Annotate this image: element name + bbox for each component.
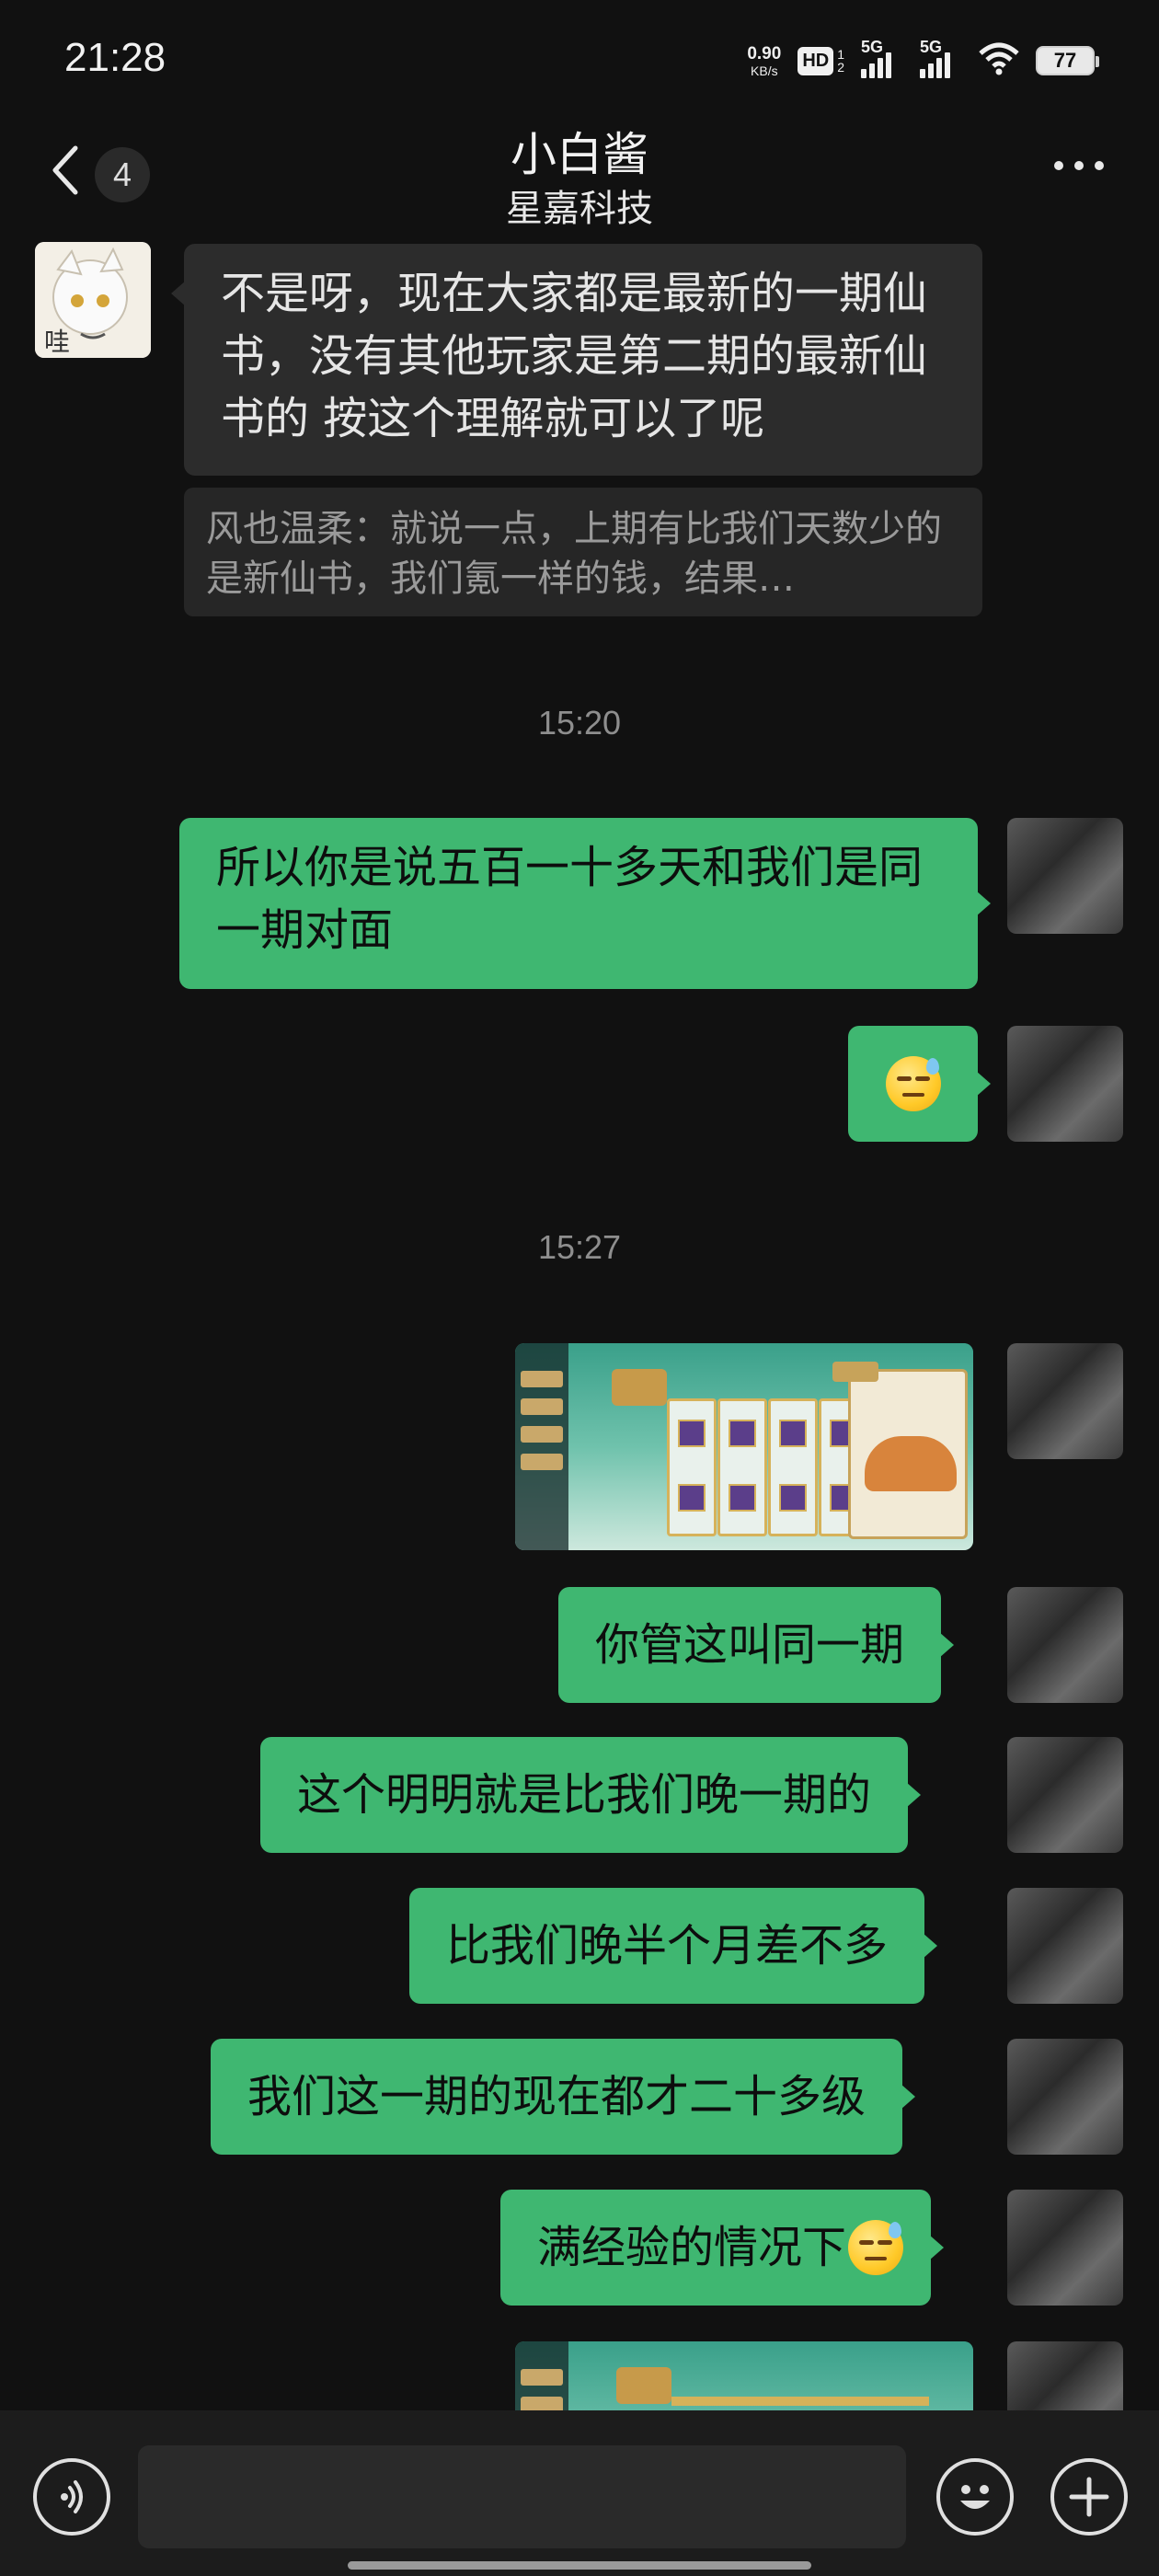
signal-icon-sim2: 5G — [920, 38, 962, 78]
more-dots-icon[interactable] — [1054, 161, 1104, 170]
message-text: 这个明明就是比我们晚一期的 — [297, 1769, 872, 1821]
svg-text:哇: 哇 — [44, 327, 70, 357]
network-speed: 0.90 KB/s — [747, 45, 781, 77]
voice-icon — [61, 2480, 83, 2513]
game-screenshot-image — [515, 1343, 973, 1550]
emoji-button[interactable] — [936, 2458, 1014, 2536]
input-bar — [0, 2410, 1159, 2576]
home-indicator[interactable] — [348, 2561, 811, 2570]
smile-icon — [960, 2485, 990, 2509]
avatar-self[interactable] — [1007, 1737, 1123, 1853]
hd-voice-icon: HD — [798, 46, 834, 75]
image-message[interactable] — [515, 1343, 973, 1550]
quoted-message[interactable]: 风也温柔：就说一点，上期有比我们天数少的是新仙书，我们氪一样的钱，结果… — [184, 488, 982, 616]
message-bubble-self[interactable]: 我们这一期的现在都才二十多级 — [211, 2039, 916, 2155]
message-bubble-contact[interactable]: 不是呀，现在大家都是最新的一期仙书，没有其他玩家是第二期的最新仙书的 按这个理解… — [171, 244, 982, 476]
message-text: 你管这叫同一期 — [595, 1619, 905, 1671]
timestamp: 15:27 — [537, 1228, 622, 1266]
battery-level: 77 — [1053, 49, 1077, 72]
image-message[interactable] — [515, 2341, 973, 2410]
message-bubble-self[interactable]: 所以你是说五百一十多天和我们是同一期对面 — [179, 818, 991, 989]
status-time: 21:28 — [64, 35, 166, 80]
avatar-self[interactable] — [1007, 2341, 1123, 2410]
avatar-self[interactable] — [1007, 2039, 1123, 2155]
battery-icon: 77 — [1036, 46, 1099, 75]
status-indicators: 0.90 KB/s HD 12 5G 5G 77 — [747, 38, 1099, 81]
signal-label-sim1: 5G — [861, 38, 884, 56]
avatar-self[interactable] — [1007, 1343, 1123, 1459]
chat-subtitle: 星嘉科技 — [506, 188, 653, 230]
game-screenshot-image — [515, 2341, 973, 2410]
avatar-contact[interactable]: 哇 — [35, 242, 151, 358]
message-input[interactable] — [138, 2445, 906, 2548]
timestamp: 15:20 — [537, 704, 622, 742]
voice-button[interactable] — [33, 2458, 110, 2536]
quoted-message-text: 风也温柔：就说一点，上期有比我们天数少的是新仙书，我们氪一样的钱，结果… — [206, 508, 942, 600]
message-text: 所以你是说五百一十多天和我们是同一期对面 — [216, 842, 924, 956]
message-text: 我们这一期的现在都才二十多级 — [247, 2071, 866, 2122]
sweat-smile-emoji — [885, 1056, 941, 1111]
chat-title[interactable]: 小白酱 — [0, 118, 1159, 184]
message-text: 比我们晚半个月差不多 — [446, 1920, 889, 1972]
plus-icon — [1069, 2477, 1109, 2517]
avatar-self[interactable] — [1007, 1888, 1123, 2004]
message-bubble-self[interactable] — [848, 1026, 991, 1142]
chat-header: 4 小白酱 星嘉科技 — [0, 110, 1159, 235]
message-text: 满经验的情况下 — [537, 2222, 847, 2273]
message-bubble-self[interactable]: 满经验的情况下 — [500, 2190, 945, 2306]
avatar-self[interactable] — [1007, 1026, 1123, 1142]
avatar-self[interactable] — [1007, 818, 1123, 934]
message-bubble-self[interactable]: 比我们晚半个月差不多 — [409, 1888, 938, 2004]
hd-sim-index: 12 — [837, 47, 844, 75]
signal-icon-sim1: 5G — [861, 38, 903, 78]
plus-button[interactable] — [1050, 2458, 1128, 2536]
message-text: 不是呀，现在大家都是最新的一期仙书，没有其他玩家是第二期的最新仙书的 按这个理解… — [221, 268, 928, 444]
network-speed-value: 0.90 — [747, 43, 782, 63]
avatar-self[interactable] — [1007, 2190, 1123, 2306]
status-bar: 21:28 0.90 KB/s HD 12 5G 5G 77 — [0, 0, 1159, 120]
avatar-self[interactable] — [1007, 1587, 1123, 1703]
sweat-smile-emoji — [848, 2220, 904, 2275]
network-speed-unit: KB/s — [751, 63, 778, 78]
message-bubble-self[interactable]: 这个明明就是比我们晚一期的 — [260, 1737, 922, 1853]
wifi-icon — [979, 42, 1019, 79]
message-bubble-self[interactable]: 你管这叫同一期 — [558, 1587, 955, 1703]
message-list[interactable]: 哇 不是呀，现在大家都是最新的一期仙书，没有其他玩家是第二期的最新仙书的 按这个… — [0, 235, 1159, 2410]
signal-label-sim2: 5G — [920, 38, 943, 56]
